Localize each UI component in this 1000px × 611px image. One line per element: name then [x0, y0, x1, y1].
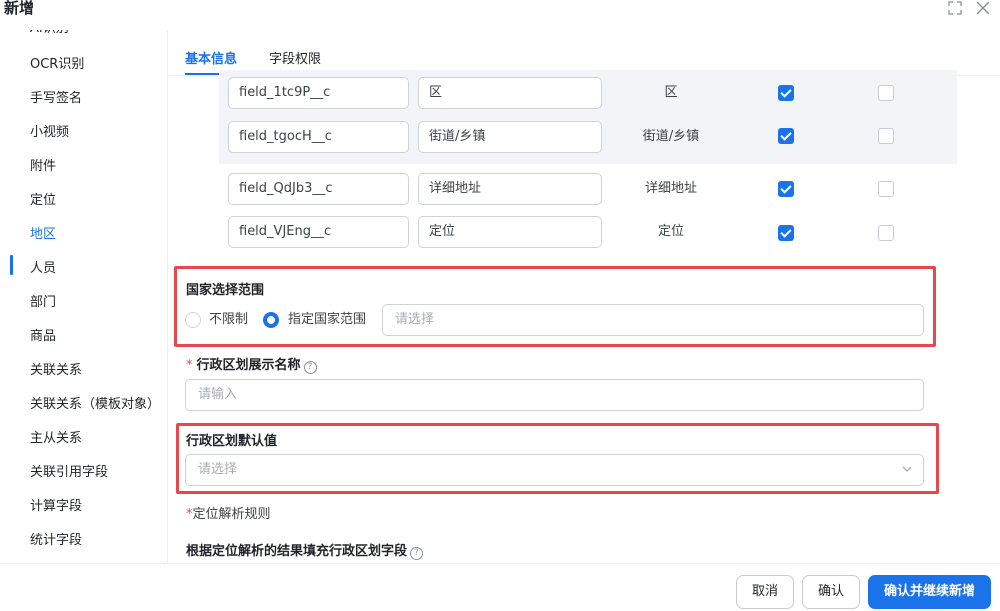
expand-icon[interactable] — [946, 0, 964, 18]
field-label: 详细地址 — [644, 181, 697, 196]
display-name-field[interactable]: 街道/乡镇 — [418, 121, 602, 153]
display-name-input[interactable]: 请输入 — [185, 379, 924, 411]
dialog: 新增 AI识别 OCR识别 手写签名 小视频 附件 定位 地区 人员 部门 商品… — [0, 0, 1000, 611]
default-value-label: 行政区划默认值 — [186, 434, 278, 449]
required-checkbox[interactable] — [878, 181, 894, 197]
sidebar-item-location[interactable]: 定位 — [30, 189, 56, 213]
radio-specified-range[interactable] — [263, 312, 279, 328]
display-name-text: 行政区划展示名称 — [196, 358, 301, 373]
table-row: field_tgocH__c 街道/乡镇 街道/乡镇 — [219, 121, 957, 165]
dialog-title: 新增 — [4, 0, 35, 17]
table-row: field_QdJb3__c 详细地址 详细地址 — [219, 173, 957, 217]
api-name-field[interactable]: field_tgocH__c — [228, 121, 409, 153]
enable-checkbox[interactable] — [778, 128, 794, 144]
radio-unlimited-label[interactable]: 不限制 — [209, 312, 248, 328]
fill-rule-text: 根据定位解析的结果填充行政区划字段 — [186, 544, 408, 559]
api-name-field[interactable]: field_QdJb3__c — [228, 173, 409, 205]
sidebar-item-product[interactable]: 商品 — [30, 325, 56, 349]
sidebar-active-marker — [10, 255, 13, 275]
close-icon[interactable] — [974, 0, 992, 18]
confirm-button[interactable]: 确认 — [802, 575, 860, 609]
field-label: 定位 — [657, 224, 684, 239]
required-checkbox[interactable] — [878, 225, 894, 241]
display-name-field[interactable]: 区 — [418, 77, 602, 109]
required-checkbox[interactable] — [878, 85, 894, 101]
default-value-placeholder: 请选择 — [198, 462, 238, 477]
default-value-select[interactable]: 请选择 — [185, 454, 924, 486]
enable-checkbox[interactable] — [778, 225, 794, 241]
chevron-down-icon — [901, 463, 913, 475]
sidebar-item-count-field[interactable]: 统计字段 — [30, 529, 82, 553]
locate-rule-label: *定位解析规则 — [186, 503, 271, 522]
sidebar-item-lookup[interactable]: 关联关系 — [30, 359, 82, 383]
sidebar-item-ai-recognition[interactable]: AI识别 — [30, 30, 69, 41]
locate-rule-text: 定位解析规则 — [192, 507, 271, 522]
dialog-header: 新增 — [0, 0, 1000, 30]
sidebar-item-quote-field[interactable]: 关联引用字段 — [30, 461, 108, 485]
cancel-button[interactable]: 取消 — [736, 575, 794, 609]
help-icon[interactable]: ? — [410, 547, 424, 560]
enable-checkbox[interactable] — [778, 85, 794, 101]
radio-unlimited[interactable] — [185, 312, 201, 328]
display-name-field[interactable]: 详细地址 — [418, 173, 602, 205]
sidebar-item-lookup-template[interactable]: 关联关系（模板对象） — [30, 393, 160, 417]
country-select[interactable]: 请选择 — [382, 304, 924, 336]
confirm-and-continue-button[interactable]: 确认并继续新增 — [868, 575, 991, 609]
display-name-field[interactable]: 定位 — [418, 216, 602, 248]
sidebar-item-ocr[interactable]: OCR识别 — [30, 53, 84, 77]
sidebar-item-region[interactable]: 地区 — [30, 223, 56, 247]
help-icon[interactable]: ? — [303, 361, 317, 374]
tab-basic-info[interactable]: 基本信息 — [185, 48, 237, 67]
field-label: 区 — [664, 85, 678, 100]
api-name-field[interactable]: field_VJEng__c — [228, 216, 409, 248]
field-type-sidebar: AI识别 OCR识别 手写签名 小视频 附件 定位 地区 人员 部门 商品 关联… — [0, 30, 168, 563]
api-name-field[interactable]: field_1tc9P__c — [228, 77, 409, 109]
field-label: 街道/乡镇 — [642, 129, 700, 144]
tab-field-permission[interactable]: 字段权限 — [269, 48, 321, 67]
sidebar-item-master-detail[interactable]: 主从关系 — [30, 427, 82, 451]
sidebar-item-short-video[interactable]: 小视频 — [30, 121, 69, 145]
table-row: field_VJEng__c 定位 定位 — [219, 216, 957, 260]
sidebar-item-attachment[interactable]: 附件 — [30, 155, 56, 179]
sidebar-item-signature[interactable]: 手写签名 — [30, 87, 82, 111]
required-checkbox[interactable] — [878, 128, 894, 144]
radio-specified-range-label[interactable]: 指定国家范围 — [288, 312, 366, 328]
sidebar-item-department[interactable]: 部门 — [30, 291, 56, 315]
sidebar-item-person[interactable]: 人员 — [30, 257, 56, 281]
sidebar-item-formula-field[interactable]: 计算字段 — [30, 495, 82, 519]
enable-checkbox[interactable] — [778, 181, 794, 197]
display-name-label: * 行政区划展示名称? — [186, 354, 317, 374]
required-mark: * — [186, 358, 193, 373]
country-range-label: 国家选择范围 — [186, 283, 265, 298]
fill-rule-label: 根据定位解析的结果填充行政区划字段? — [186, 540, 424, 560]
dialog-footer: 取消 确认 确认并继续新增 — [0, 563, 1000, 611]
table-row: field_1tc9P__c 区 区 — [219, 77, 957, 121]
